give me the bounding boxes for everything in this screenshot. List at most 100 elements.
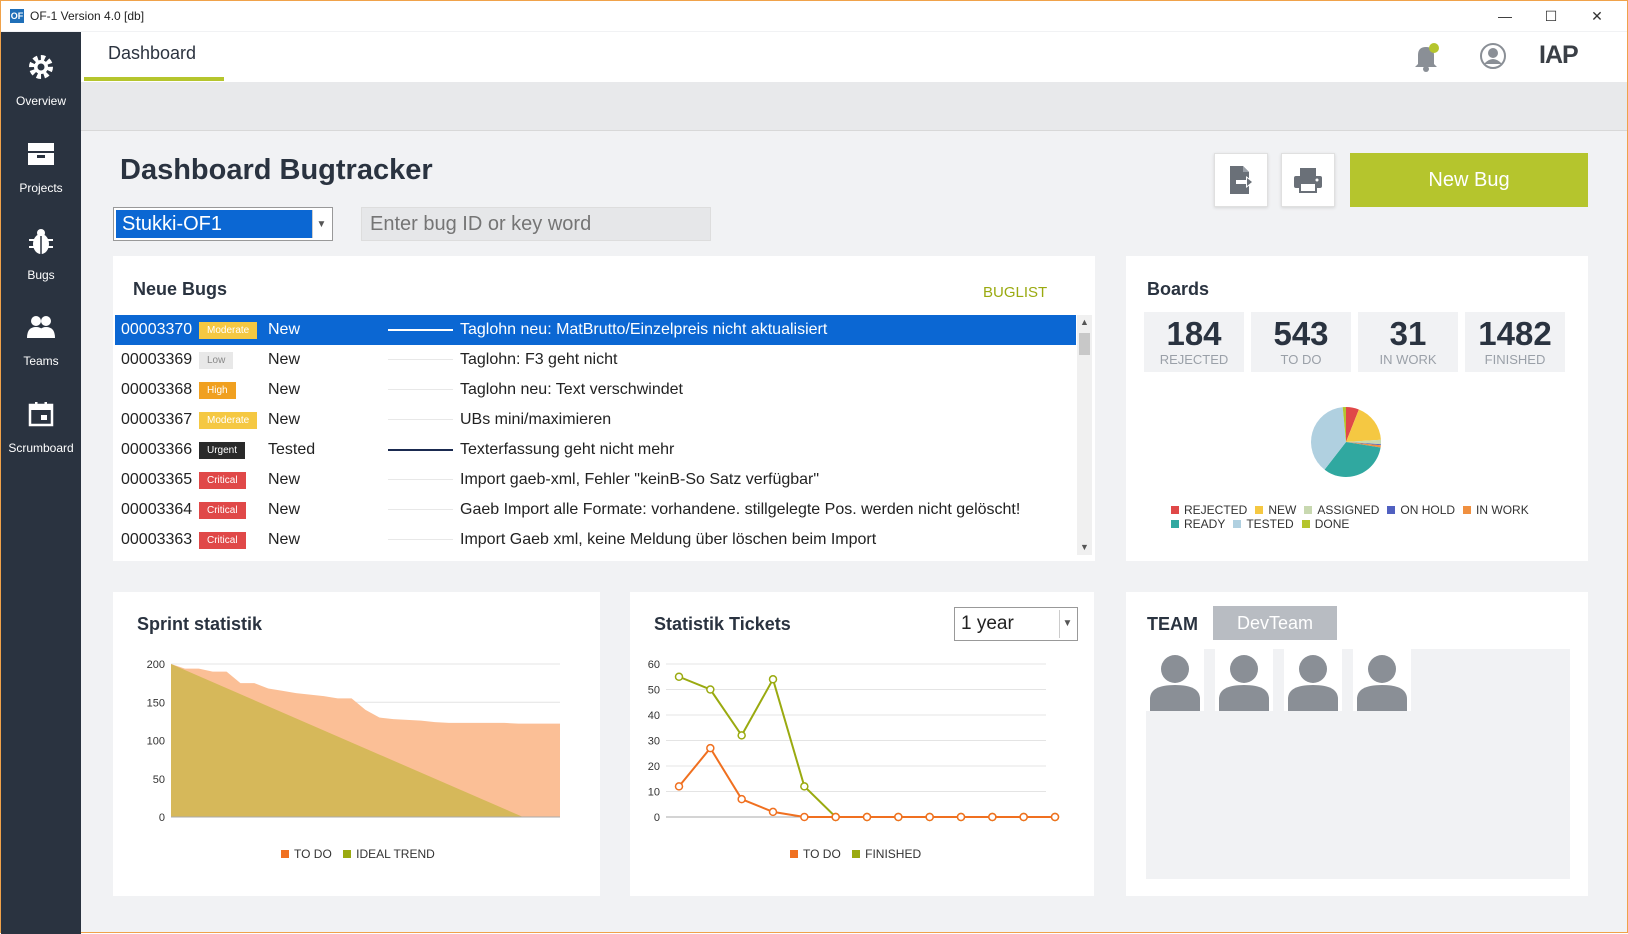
series-point	[894, 812, 903, 822]
stat-todo[interactable]: 543 TO DO	[1251, 312, 1351, 372]
team-panel: TEAM DevTeam	[1126, 592, 1588, 896]
maximize-button[interactable]: ☐	[1528, 1, 1574, 31]
sidebar-item-bugs[interactable]: Bugs	[1, 226, 81, 306]
bug-row[interactable]: 00003365 Critical New Import gaeb-xml, Fehl…	[115, 465, 1076, 495]
series-point	[768, 807, 778, 817]
stat-rejected[interactable]: 184 REJECTED	[1144, 312, 1244, 372]
series-line	[678, 675, 1055, 818]
range-select[interactable]: 1 year ▼	[954, 607, 1078, 641]
buglist-link[interactable]: BUGLIST	[983, 284, 1047, 301]
legend-swatch	[1304, 506, 1313, 514]
bug-row[interactable]: 00003364 Critical New Gaeb Import alle Form…	[115, 495, 1076, 525]
export-icon	[1230, 166, 1254, 194]
legend-label: ASSIGNED	[1317, 503, 1380, 517]
pie-legend-item: IN WORK	[1463, 503, 1529, 517]
team-icon	[26, 312, 56, 342]
priority-badge: Critical	[199, 502, 246, 519]
team-member-avatar[interactable]	[1215, 649, 1273, 711]
series-point	[768, 675, 778, 684]
tab-dashboard[interactable]: Dashboard	[84, 32, 224, 81]
team-member-avatar[interactable]	[1353, 649, 1411, 711]
bug-id: 00003366	[121, 441, 193, 458]
status-connector	[388, 359, 453, 360]
stat-finished[interactable]: 1482 FINISHED	[1465, 312, 1565, 372]
sidebar-item-teams[interactable]: Teams	[1, 312, 81, 392]
new-bug-button[interactable]: New Bug	[1350, 153, 1588, 207]
team-name-badge[interactable]: DevTeam	[1213, 606, 1337, 640]
notification-bell-icon[interactable]	[1409, 40, 1443, 74]
bug-icon	[26, 226, 56, 256]
top-header: Dashboard IAP	[81, 32, 1627, 82]
bug-row[interactable]: 00003363 Critical New Import Gaeb xml, kein…	[115, 525, 1076, 554]
bug-row[interactable]: 00003368 High New Taglohn neu: Text verschw…	[115, 375, 1076, 405]
close-button[interactable]: ✕	[1574, 1, 1620, 31]
print-button[interactable]	[1281, 153, 1335, 207]
series-point	[1050, 812, 1060, 822]
tickets-legend: TO DO FINISHED	[790, 847, 921, 861]
status-connector	[388, 389, 453, 390]
bug-id: 00003368	[121, 381, 193, 398]
bug-title: Gaeb Import alle Formate: vorhandene. st…	[460, 501, 1021, 518]
status-connector	[388, 509, 453, 510]
window-title: OF-1 Version 4.0 [db]	[30, 9, 145, 23]
project-select-value: Stukki-OF1	[116, 210, 312, 238]
bug-status: New	[268, 501, 301, 518]
bug-title: Taglohn neu: MatBrutto/Einzelpreis nicht…	[460, 321, 828, 338]
priority-badge: High	[199, 382, 236, 399]
team-member-avatar[interactable]	[1146, 649, 1204, 711]
bug-list-scrollbar[interactable]: ▲ ▼	[1077, 315, 1092, 555]
y-tick-label: 50	[648, 685, 660, 697]
stat-in-work[interactable]: 31 IN WORK	[1358, 312, 1458, 372]
export-button[interactable]	[1214, 153, 1268, 207]
bug-row[interactable]: 00003367 Moderate New UBs mini/maximieren	[115, 405, 1076, 435]
stat-value: 31	[1389, 315, 1427, 352]
minimize-button[interactable]: —	[1482, 1, 1528, 31]
priority-badge: Urgent	[199, 442, 246, 459]
bug-row[interactable]: 00003370 Moderate New Taglohn neu: MatBrutt…	[115, 315, 1076, 345]
series-point	[800, 782, 809, 791]
bug-row[interactable]: 00003366 Urgent Tested Texterfassung geht n…	[115, 435, 1076, 465]
chevron-down-icon[interactable]: ▼	[312, 210, 330, 238]
legend-label: IN WORK	[1476, 503, 1529, 517]
sidebar-item-overview[interactable]: Overview	[1, 52, 81, 132]
legend-swatch	[852, 850, 861, 858]
y-tick-label: 10	[648, 787, 660, 799]
sprint-title: Sprint statistik	[137, 614, 263, 634]
gear-icon	[26, 52, 56, 82]
team-member-avatar[interactable]	[1284, 649, 1342, 711]
sprint-legend: TO DO IDEAL TREND	[281, 847, 435, 861]
legend-swatch	[1171, 506, 1179, 514]
bug-title: Import gaeb-xml, Fehler "keinB-So Satz v…	[460, 471, 820, 488]
chevron-down-icon[interactable]: ▼	[1059, 610, 1075, 638]
y-tick-label: 200	[147, 659, 165, 671]
legend-label: REJECTED	[1184, 503, 1248, 517]
legend-label: DONE	[1314, 517, 1350, 531]
printer-icon	[1294, 168, 1322, 193]
legend-swatch	[343, 850, 352, 858]
project-select[interactable]: Stukki-OF1 ▼	[113, 207, 333, 241]
series-point	[674, 782, 684, 791]
sidebar-item-projects[interactable]: Projects	[1, 139, 81, 219]
stat-label: IN WORK	[1379, 352, 1437, 367]
scrollbar-thumb[interactable]	[1079, 333, 1090, 355]
y-tick-label: 100	[147, 736, 165, 748]
bug-status: New	[268, 531, 301, 548]
y-tick-label: 30	[648, 736, 660, 748]
scroll-up-icon[interactable]: ▲	[1077, 315, 1092, 330]
series-point	[1019, 812, 1028, 822]
search-input[interactable]	[361, 207, 711, 241]
bug-status: New	[268, 351, 301, 368]
legend-swatch	[281, 850, 289, 858]
status-connector	[388, 449, 453, 451]
user-profile-icon[interactable]	[1479, 42, 1507, 70]
page-title: Dashboard Bugtracker	[120, 154, 433, 186]
scroll-down-icon[interactable]: ▼	[1077, 540, 1092, 555]
pie-legend-item: ASSIGNED	[1304, 503, 1379, 517]
tickets-chart: 0 10 20 30 40 50 60	[648, 659, 1060, 824]
bug-title: Taglohn neu: Text verschwindet	[460, 381, 683, 398]
sidebar: Overview Projects Bugs Teams Scrumboard	[1, 32, 81, 934]
bug-row[interactable]: 00003369 Low New Taglohn: F3 geht nicht	[115, 345, 1076, 375]
stat-label: FINISHED	[1484, 352, 1546, 367]
sidebar-item-scrumboard[interactable]: Scrumboard	[1, 399, 81, 479]
priority-badge: Moderate	[199, 322, 258, 339]
